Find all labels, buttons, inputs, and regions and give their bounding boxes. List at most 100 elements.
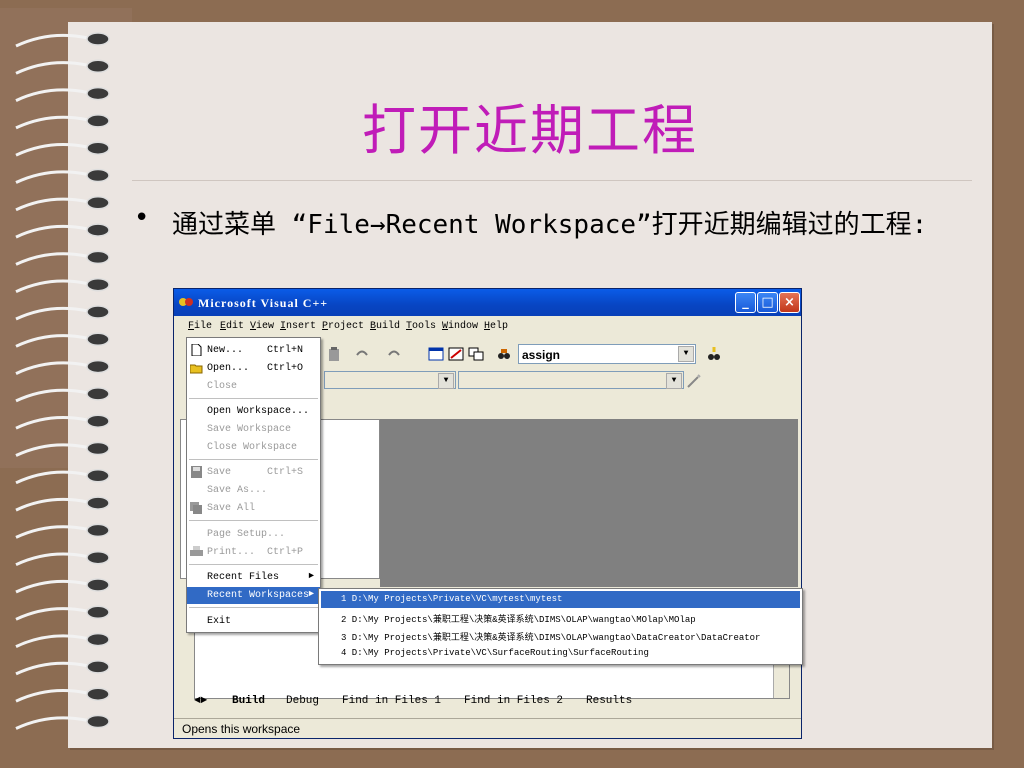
menu-item-exit[interactable]: Exit: [187, 613, 320, 630]
menu-item-label: Save As...: [207, 485, 268, 496]
menu-item-label: Recent Workspaces: [207, 590, 310, 601]
spiral-ring: [15, 689, 89, 703]
spiral-hole: [86, 359, 110, 374]
spiral-hole: [86, 250, 110, 265]
menu-item-label: Page Setup...: [207, 529, 286, 540]
menu-separator: [189, 564, 318, 565]
menu-item-label: Save: [207, 467, 232, 478]
undo-icon[interactable]: [354, 346, 370, 362]
menu-build[interactable]: Build: [370, 321, 400, 332]
spiral-ring: [15, 607, 89, 621]
menu-item-page-setup[interactable]: Page Setup...: [187, 526, 320, 543]
redo-icon[interactable]: [386, 346, 402, 362]
spiral-hole: [86, 605, 110, 620]
class-combo[interactable]: ▼: [324, 371, 456, 389]
recent-workspace-path: 2 D:\My Projects\兼职工程\决策&英译系统\DIMS\OLAP\…: [341, 615, 696, 625]
menu-item-save-all[interactable]: Save All: [187, 500, 320, 517]
submenu-arrow-icon: ►: [308, 589, 314, 599]
menu-item-recent-workspaces[interactable]: Recent Workspaces ►: [187, 587, 320, 604]
menu-separator: [189, 607, 318, 608]
recent-workspace-path: 3 D:\My Projects\兼职工程\决策&英译系统\DIMS\OLAP\…: [341, 633, 761, 643]
spiral-hole: [86, 305, 110, 319]
search-icon[interactable]: [706, 346, 722, 362]
spiral-hole: [86, 223, 110, 237]
tab-scroll-arrows[interactable]: ◄►: [194, 695, 207, 707]
maximize-button[interactable]: □: [757, 292, 778, 313]
spiral-hole: [86, 59, 110, 74]
save-icon: [191, 466, 202, 478]
recent-workspace-item[interactable]: 3 D:\My Projects\兼职工程\决策&英译系统\DIMS\OLAP\…: [321, 627, 800, 644]
spiral-ring: [15, 470, 89, 485]
menu-insert[interactable]: Insert: [280, 321, 316, 332]
chevron-down-icon[interactable]: ▼: [438, 373, 454, 389]
menu-item-close[interactable]: Close: [187, 378, 320, 395]
menu-item-open-workspace[interactable]: Open Workspace...: [187, 403, 320, 420]
menu-project[interactable]: Project: [322, 321, 364, 332]
output-icon[interactable]: [448, 346, 464, 362]
menu-item-close-workspace[interactable]: Close Workspace: [187, 439, 320, 456]
find-in-files-icon[interactable]: [496, 346, 512, 362]
menu-tools[interactable]: Tools: [406, 321, 436, 332]
menu-item-save[interactable]: Save Ctrl+S: [187, 464, 320, 481]
menu-separator: [189, 520, 318, 521]
menu-edit[interactable]: Edit: [220, 321, 244, 332]
workspace-icon[interactable]: [428, 346, 444, 362]
menu-item-label: Save Workspace: [207, 424, 292, 435]
spiral-ring: [15, 361, 89, 375]
recent-workspace-item[interactable]: 4 D:\My Projects\Private\VC\SurfaceRouti…: [321, 645, 800, 662]
wizard-icon[interactable]: [686, 373, 702, 389]
menu-window[interactable]: Window: [442, 321, 478, 332]
chevron-down-icon[interactable]: ▼: [666, 373, 682, 389]
spiral-hole: [86, 550, 110, 565]
recent-workspaces-submenu: 1 D:\My Projects\Private\VC\mytest\mytes…: [318, 588, 803, 665]
menu-item-label: Open Workspace...: [207, 406, 310, 417]
spiral-ring: [15, 443, 89, 457]
slide-title: 打开近期工程: [362, 99, 698, 162]
spiral-hole: [86, 714, 110, 729]
tab-find-in-files-1[interactable]: Find in Files 1: [342, 695, 441, 707]
menu-item-shortcut: Ctrl+N: [267, 345, 304, 356]
spiral-hole: [86, 441, 110, 456]
spiral-ring: [15, 388, 89, 403]
menu-item-shortcut: Ctrl+O: [267, 363, 304, 374]
recent-workspace-item[interactable]: 2 D:\My Projects\兼职工程\决策&英译系统\DIMS\OLAP\…: [321, 609, 800, 626]
chevron-down-icon[interactable]: ▼: [678, 346, 694, 362]
menu-item-label: Save All: [207, 503, 256, 514]
find-combo[interactable]: assign ▼: [518, 344, 696, 364]
tab-build[interactable]: Build: [232, 695, 265, 707]
close-icon: ×: [784, 295, 795, 310]
spiral-ring: [15, 634, 89, 648]
spiral-hole: [86, 387, 110, 401]
spiral-ring: [15, 552, 89, 567]
window-list-icon[interactable]: [468, 346, 484, 362]
tab-find-in-files-2[interactable]: Find in Files 2: [464, 695, 563, 707]
menu-item-recent-files[interactable]: Recent Files ►: [187, 569, 320, 586]
paste-icon[interactable]: [326, 346, 342, 362]
spiral-hole: [86, 687, 110, 701]
menu-help[interactable]: Help: [484, 321, 508, 332]
menu-view[interactable]: View: [250, 321, 274, 332]
tab-results[interactable]: Results: [586, 695, 632, 707]
members-combo[interactable]: ▼: [458, 371, 684, 389]
editor-area: [380, 419, 798, 587]
menu-item-new[interactable]: New... Ctrl+N: [187, 342, 320, 359]
menu-item-print[interactable]: Print... Ctrl+P: [187, 544, 320, 561]
spiral-hole: [86, 578, 110, 592]
menu-item-label: Open...: [207, 363, 250, 374]
minimize-icon: _: [742, 295, 749, 310]
title-divider: [132, 180, 972, 181]
save-all-icon: [190, 502, 202, 514]
minimize-button[interactable]: _: [735, 292, 756, 313]
menu-item-shortcut: Ctrl+S: [267, 467, 304, 478]
menu-file[interactable]: File: [188, 321, 212, 332]
spiral-hole: [86, 523, 110, 538]
menu-item-open[interactable]: Open... Ctrl+O: [187, 360, 320, 377]
close-button[interactable]: ×: [779, 292, 800, 313]
menu-item-save-workspace[interactable]: Save Workspace: [187, 421, 320, 438]
recent-workspace-item[interactable]: 1 D:\My Projects\Private\VC\mytest\mytes…: [321, 591, 800, 608]
window-titlebar[interactable]: Microsoft Visual C++ _ □ ×: [174, 289, 801, 316]
tab-debug[interactable]: Debug: [286, 695, 319, 707]
spiral-ring: [15, 306, 89, 321]
spiral-hole: [86, 469, 110, 483]
menu-item-save-as[interactable]: Save As...: [187, 482, 320, 499]
